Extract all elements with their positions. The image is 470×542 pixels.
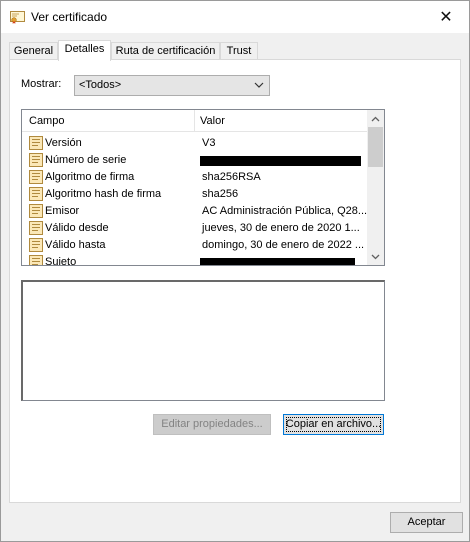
field-value: sha256 [202,188,239,200]
field-name: Algoritmo de firma [45,171,135,183]
fields-list[interactable]: Campo Valor Versión V3 Número de serie A… [21,109,385,266]
field-name: Algoritmo hash de firma [45,188,162,200]
field-name: Versión [45,137,82,149]
field-detail-textbox[interactable] [21,280,385,401]
accept-button[interactable]: Aceptar [390,512,463,533]
tab-certification-path[interactable]: Ruta de certificación [111,42,220,60]
list-item[interactable]: Válido hasta domingo, 30 de enero de 202… [22,237,367,254]
field-name: Sujeto [45,256,77,266]
certificate-field-icon [29,221,43,235]
show-select[interactable]: <Todos> [74,75,270,96]
list-item[interactable]: Emisor AC Administración Pública, Q28... [22,203,367,220]
column-divider[interactable] [194,110,195,132]
scrollbar-thumb[interactable] [368,127,383,167]
list-item[interactable]: Válido desde jueves, 30 de enero de 2020… [22,220,367,237]
list-item[interactable]: Sujeto [22,254,367,266]
list-header: Campo Valor [22,110,367,132]
close-button[interactable]: ✕ [423,1,469,32]
show-label: Mostrar: [21,78,62,90]
field-value: jueves, 30 de enero de 2020 1... [202,222,360,234]
field-value: V3 [202,137,216,149]
certificate-field-icon [29,238,43,252]
column-header-value[interactable]: Valor [200,115,225,127]
window-title: Ver certificado [31,10,108,24]
list-item[interactable]: Versión V3 [22,135,367,152]
tab-label: Trust [226,45,252,57]
certificate-dialog: Ver certificado ✕ General Detalles Ruta … [0,0,470,542]
field-name: Emisor [45,205,80,217]
list-item[interactable]: Algoritmo hash de firma sha256 [22,186,367,203]
vertical-scrollbar[interactable] [367,110,384,265]
edit-properties-button[interactable]: Editar propiedades... [153,414,271,435]
certificate-field-icon [29,153,43,167]
field-value: sha256RSA [202,171,261,183]
scroll-up-icon[interactable] [367,110,384,127]
certificate-field-icon [29,136,43,150]
certificate-icon [10,11,25,24]
tab-details[interactable]: Detalles [58,40,111,61]
tab-label: Detalles [64,43,105,55]
tab-label: General [13,45,54,57]
chevron-down-icon [253,79,265,91]
field-value: AC Administración Pública, Q28... [202,205,368,217]
tab-trust[interactable]: Trust [220,42,258,60]
list-item[interactable]: Algoritmo de firma sha256RSA [22,169,367,186]
list-item[interactable]: Número de serie [22,152,367,169]
certificate-field-icon [29,204,43,218]
copy-to-file-button[interactable]: Copiar en archivo... [283,414,384,435]
certificate-field-icon [29,187,43,201]
field-value: domingo, 30 de enero de 2022 ... [202,239,365,251]
column-header-field[interactable]: Campo [29,115,64,127]
tab-label: Ruta de certificación [115,45,216,57]
redacted-value [200,258,355,265]
details-panel: Mostrar: <Todos> Campo Valor Versión V3 [9,59,461,503]
field-name: Válido hasta [45,239,106,251]
field-name: Válido desde [45,222,109,234]
certificate-field-icon [29,255,43,265]
show-select-value: <Todos> [79,79,122,91]
certificate-field-icon [29,170,43,184]
redacted-value [200,156,361,166]
title-bar: Ver certificado ✕ [1,1,469,33]
tab-general[interactable]: General [9,42,58,60]
scroll-down-icon[interactable] [367,248,384,265]
field-name: Número de serie [45,154,127,166]
close-icon: ✕ [439,8,453,26]
